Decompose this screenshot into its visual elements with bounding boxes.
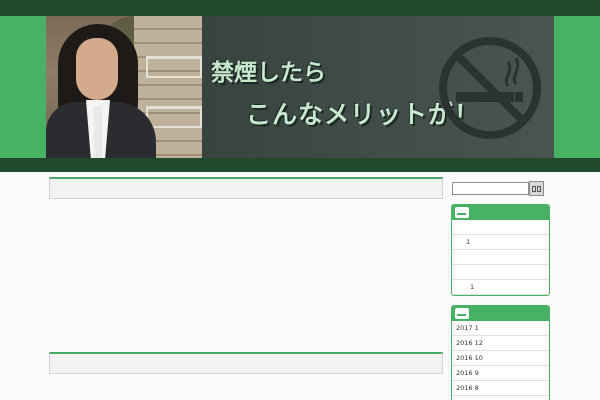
no-smoking-icon (439, 37, 541, 139)
list-item[interactable] (452, 220, 549, 235)
post-title-bar (49, 177, 443, 199)
list-item[interactable] (452, 250, 549, 265)
balcony-shape (146, 106, 202, 128)
header-side-right (554, 16, 600, 158)
post-title-bar (49, 352, 443, 374)
header-top-band (0, 0, 600, 16)
archive-link[interactable]: 2016 10 (452, 351, 549, 366)
archive-link[interactable]: 2016 8 (452, 381, 549, 396)
search-button[interactable] (529, 181, 544, 196)
sidebar-widget: 1 1 (451, 204, 550, 296)
archive-link[interactable]: 2017 1 (452, 321, 549, 336)
search-button-glyph (532, 185, 536, 192)
widget-header (452, 306, 549, 321)
balcony-shape (146, 56, 202, 78)
archive-link[interactable]: 2016 12 (452, 336, 549, 351)
widget-header (452, 205, 549, 220)
header-bottom-band (0, 158, 600, 172)
cigarette-icon (455, 308, 469, 319)
sidebar-archive-widget: 2017 1 2016 12 2016 10 2016 9 2016 8 (451, 305, 550, 400)
header-side-left (0, 16, 46, 158)
man-portrait-photo (46, 16, 202, 158)
search-button-glyph (537, 185, 541, 192)
header-banner[interactable]: 禁煙したら こんなメリットが！ (46, 16, 554, 158)
list-item[interactable]: 1 (452, 280, 549, 295)
cigarette-icon (455, 207, 469, 218)
search-input[interactable] (452, 182, 529, 195)
list-item[interactable]: 1 (452, 235, 549, 250)
tie-shape (94, 106, 102, 158)
banner-title-line1: 禁煙したら (211, 60, 326, 86)
archive-link[interactable]: 2016 9 (452, 366, 549, 381)
list-item[interactable] (452, 265, 549, 280)
face-shape (76, 38, 118, 100)
